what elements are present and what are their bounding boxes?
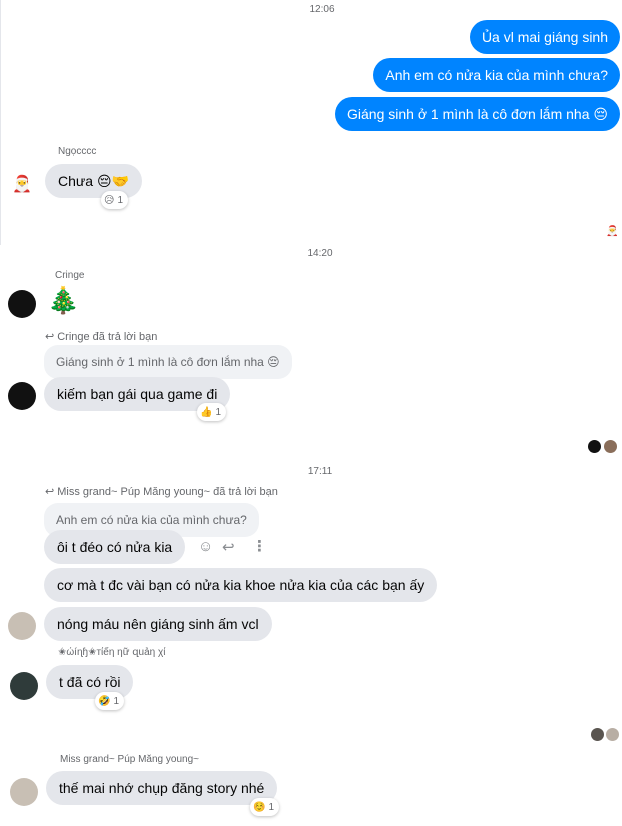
divider <box>0 0 1 245</box>
outgoing-message[interactable]: Anh em có nửa kia của mình chưa? <box>373 58 620 92</box>
avatar[interactable] <box>8 612 36 640</box>
seen-avatar <box>588 440 601 453</box>
reaction-badge[interactable]: 👍 1 <box>197 403 227 421</box>
outgoing-message[interactable]: Giáng sinh ở 1 mình là cô đơn lắm nha 😔 <box>335 97 620 131</box>
timestamp: 17:11 <box>307 466 333 477</box>
reply-label-name: Miss grand~ Púp Măng young~ <box>57 486 211 498</box>
timestamp: 12:06 <box>309 4 335 15</box>
seen-avatar <box>591 728 604 741</box>
reply-label-text: Cringe đã trả lời bạn <box>57 331 158 343</box>
outgoing-group: Ủa vl mai giáng sinh Anh em có nửa kia c… <box>322 20 622 132</box>
reaction-emoji: 👍 <box>200 406 213 418</box>
timestamp: 14:20 <box>307 248 333 259</box>
santa-icon[interactable]: 🎅 <box>8 170 36 198</box>
more-options-icon[interactable]: ⋮ <box>252 537 267 555</box>
react-smile-icon[interactable]: ☺ <box>198 538 213 555</box>
reply-icon[interactable]: ↩ <box>222 538 235 556</box>
reaction-emoji: ☺️ <box>253 801 266 813</box>
reaction-badge[interactable]: ☺️ 1 <box>250 798 280 816</box>
outgoing-message[interactable]: Ủa vl mai giáng sinh <box>469 20 620 54</box>
incoming-message[interactable]: cơ mà t đc vài bạn có nửa kia khoe nửa k… <box>44 568 438 602</box>
avatar[interactable] <box>8 290 36 318</box>
incoming-message[interactable]: Chưa 😔🤝 <box>45 164 142 198</box>
avatar[interactable] <box>10 672 38 700</box>
sender-name: Ngọcccc <box>58 146 97 157</box>
incoming-message[interactable]: nóng máu nên giáng sinh ấm vcl <box>44 607 272 641</box>
reaction-count: 1 <box>268 801 275 813</box>
reply-label: ↩ Cringe đã trả lời bạn <box>45 330 157 343</box>
reaction-badge[interactable]: 😥 1 <box>101 191 128 209</box>
reaction-count: 1 <box>113 695 120 707</box>
sender-name: ✬ώíɳɧ✬тίếη ηữ զuảη χί <box>58 647 166 658</box>
incoming-message[interactable]: ôi t đéo có nửa kia <box>44 530 186 564</box>
quoted-message[interactable]: Giáng sinh ở 1 mình là cô đơn lắm nha 😔 <box>44 345 292 379</box>
avatar[interactable] <box>10 778 38 806</box>
reply-arrow-icon: ↩ <box>45 331 55 343</box>
reaction-emoji: 😥 <box>104 194 115 206</box>
reaction-count: 1 <box>215 406 222 418</box>
seen-avatar <box>604 440 617 453</box>
incoming-message[interactable]: thế mai nhớ chụp đăng story nhé <box>46 771 278 805</box>
sender-name: Cringe <box>55 270 85 281</box>
reaction-badge[interactable]: 🤣 1 <box>95 692 125 710</box>
santa-seen-icon: 🎅 <box>606 226 619 237</box>
reaction-emoji: 🤣 <box>98 695 111 707</box>
seen-avatar <box>606 728 619 741</box>
reply-arrow-icon: ↩ <box>45 486 55 498</box>
sender-name: Miss grand~ Púp Măng young~ <box>60 754 199 765</box>
reaction-count: 1 <box>117 194 123 206</box>
reply-label: ↩ Miss grand~ Púp Măng young~ đã trả lời … <box>45 485 278 498</box>
christmas-tree-sticker[interactable]: 🎄 <box>47 285 79 315</box>
reply-label-suffix: đã trả lời bạn <box>213 486 278 498</box>
avatar[interactable] <box>8 382 36 410</box>
